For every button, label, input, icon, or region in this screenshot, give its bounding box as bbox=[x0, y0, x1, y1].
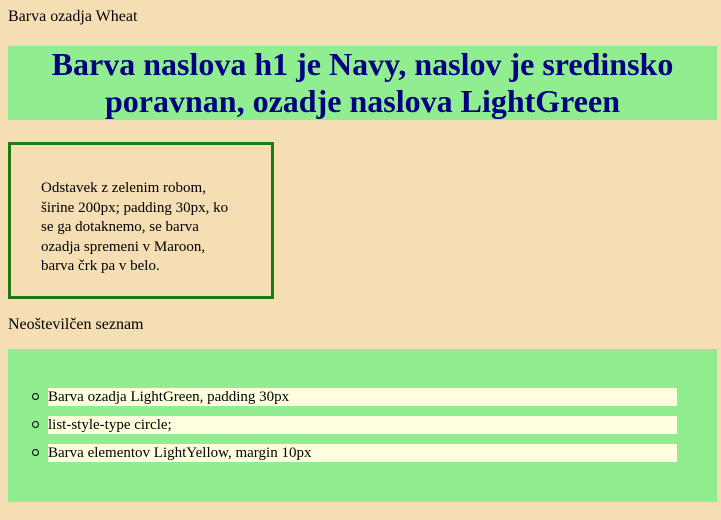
circle-bullet-icon bbox=[32, 393, 39, 400]
page-heading: Barva naslova h1 je Navy, naslov je sred… bbox=[8, 46, 717, 120]
list-item: list-style-type circle; bbox=[32, 416, 677, 434]
hover-paragraph-text: Odstavek z zelenim robom, širine 200px; … bbox=[41, 180, 229, 274]
list-item-text: Barva ozadja LightGreen, padding 30px bbox=[48, 389, 290, 405]
circle-bullet-icon bbox=[32, 421, 39, 428]
intro-text: Barva ozadja Wheat bbox=[8, 8, 138, 25]
list-item-text: Barva elementov LightYellow, margin 10px bbox=[48, 445, 312, 461]
list-label: Neoštevilčen seznam bbox=[8, 316, 144, 333]
list-item: Barva elementov LightYellow, margin 10px bbox=[32, 444, 677, 462]
list-item: Barva ozadja LightGreen, padding 30px bbox=[32, 388, 677, 406]
list-item-text: list-style-type circle; bbox=[48, 417, 172, 433]
circle-bullet-icon bbox=[32, 449, 39, 456]
hover-paragraph-box[interactable]: Odstavek z zelenim robom, širine 200px; … bbox=[8, 142, 274, 299]
unordered-list: Barva ozadja LightGreen, padding 30px li… bbox=[8, 349, 717, 502]
